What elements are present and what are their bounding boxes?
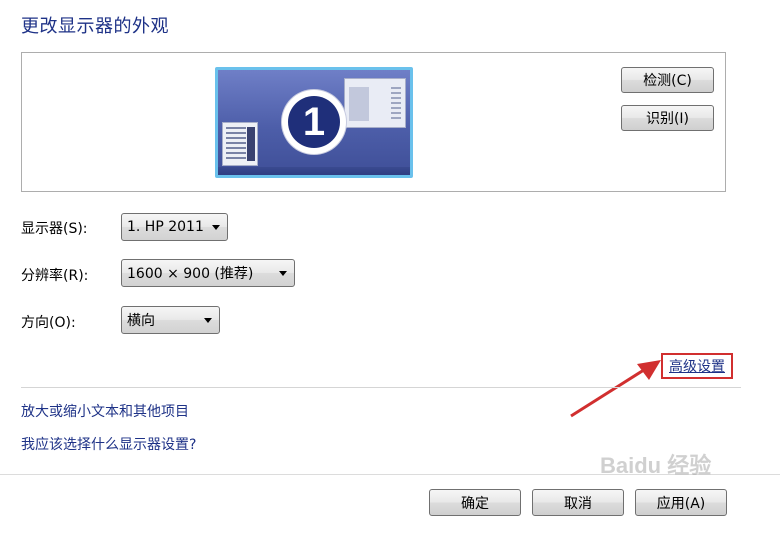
chevron-down-icon: [212, 225, 220, 230]
divider: [21, 387, 741, 388]
orientation-select-value: 横向: [127, 313, 155, 329]
cancel-button[interactable]: 取消: [532, 489, 624, 516]
resolution-select-value: 1600 × 900 (推荐): [127, 266, 254, 282]
display-select-value: 1. HP 2011: [127, 219, 204, 235]
detect-button[interactable]: 检测(C): [621, 67, 714, 93]
baidu-watermark: Baidu 经验: [600, 453, 712, 478]
monitor-number: 1: [288, 96, 340, 148]
display-settings-help-link[interactable]: 我应该选择什么显示器设置?: [21, 434, 196, 454]
monitor-1-thumbnail[interactable]: 1: [215, 67, 413, 178]
text-size-link[interactable]: 放大或缩小文本和其他项目: [21, 401, 189, 421]
chevron-down-icon: [204, 318, 212, 323]
advanced-settings-link[interactable]: 高级设置: [661, 353, 733, 379]
identify-button[interactable]: 识别(I): [621, 105, 714, 131]
resolution-label: 分辨率(R):: [21, 268, 89, 284]
window-icon-large: [344, 78, 406, 128]
window-icon-small: [222, 122, 258, 166]
monitor-number-badge: 1: [282, 90, 346, 154]
display-label: 显示器(S):: [21, 221, 88, 237]
orientation-select[interactable]: 横向: [121, 306, 220, 334]
display-select[interactable]: 1. HP 2011: [121, 213, 228, 241]
apply-button[interactable]: 应用(A): [635, 489, 727, 516]
chevron-down-icon: [279, 271, 287, 276]
page-title: 更改显示器的外观: [21, 16, 169, 37]
resolution-select[interactable]: 1600 × 900 (推荐): [121, 259, 295, 287]
orientation-label: 方向(O):: [21, 315, 76, 331]
monitor-bottom-bar: [218, 167, 410, 175]
annotation-arrow-icon: [570, 360, 661, 418]
ok-button[interactable]: 确定: [429, 489, 521, 516]
monitor-preview-panel: 1 检测(C) 识别(I): [21, 52, 726, 192]
